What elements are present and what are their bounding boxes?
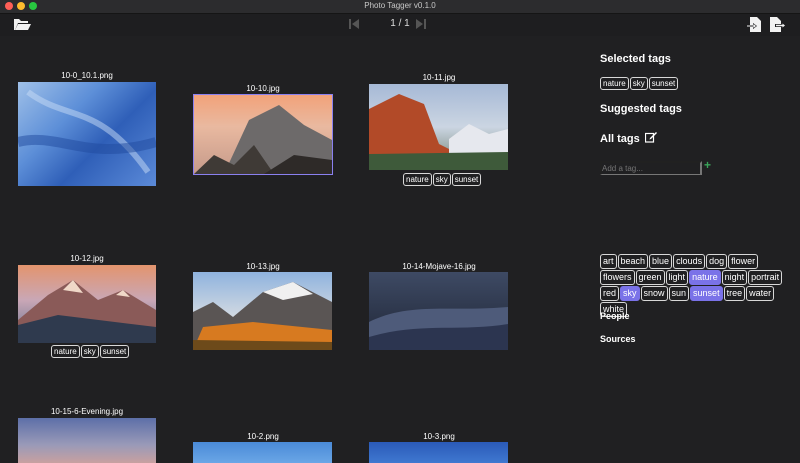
photo-thumbnail[interactable] [18,418,156,463]
skip-last-icon [416,19,426,29]
photo-thumbnail[interactable] [369,84,508,170]
tag-chip-light[interactable]: light [665,270,689,285]
mountain-image [369,94,508,170]
tag-chip-portrait[interactable]: portrait [748,270,783,285]
add-tag-input[interactable] [600,161,702,175]
selected-tags-list: nature sky sunset [600,77,679,90]
tag-chip-sky[interactable]: sky [620,286,640,301]
photo-filename: 10-14-Mojave-16.jpg [402,262,476,271]
photo-thumbnail-selected[interactable] [193,94,333,175]
photo-filename: 10-11.jpg [422,73,456,82]
photo-filename: 10-2.png [247,432,279,441]
tag-chip-flowers[interactable]: flowers [600,270,635,285]
tag-chip-sun[interactable]: sun [668,286,690,301]
tag-chip-water[interactable]: water [746,286,775,301]
first-page-button[interactable] [347,17,361,31]
skip-first-icon [349,19,359,29]
import-file-icon [746,16,761,32]
photo-thumbnail[interactable] [193,272,332,350]
tag-chip-snow[interactable]: snow [640,286,668,301]
all-tags-list: art beach blue clouds dog flower flowers green l… [600,254,790,317]
wallpaper-swirl [18,89,156,174]
tag-chip-sunset[interactable]: sunset [99,345,130,358]
all-tags-label: All tags [600,133,640,145]
photo-thumbnail[interactable] [369,272,508,350]
tag-chip-sky[interactable]: sky [80,345,99,358]
tag-chip-red[interactable]: red [600,286,620,301]
photo-thumbnail[interactable] [369,442,508,463]
tag-chip-sky[interactable]: sky [629,77,648,90]
sources-heading[interactable]: Sources [600,334,636,344]
photo-tags: nature sky sunset [51,345,130,358]
tag-chip-flower[interactable]: flower [728,254,759,269]
photo-thumbnail[interactable] [18,82,156,186]
tag-chip-sunset[interactable]: sunset [690,286,723,301]
tag-chip-tree[interactable]: tree [723,286,746,301]
photo-filename: 10-3.png [423,432,455,441]
add-tag-button[interactable]: + [704,158,711,172]
tag-chip-sky[interactable]: sky [432,173,451,186]
tag-chip-nature[interactable]: nature [689,270,721,285]
tag-chip-blue[interactable]: blue [649,254,673,269]
tag-chip-sunset[interactable]: sunset [648,77,679,90]
tag-chip-dog[interactable]: dog [706,254,728,269]
tag-chip-nature[interactable]: nature [51,345,80,358]
tag-chip-clouds[interactable]: clouds [673,254,706,269]
photo-filename: 10-15-6-Evening.jpg [50,407,124,416]
tag-chip-beach[interactable]: beach [617,254,649,269]
mountain-image [18,280,156,343]
tag-chip-nature[interactable]: nature [403,173,432,186]
photo-tags: nature sky sunset [403,173,482,186]
photo-filename: 10-0_10.1.png [61,71,113,80]
window-title: Photo Tagger v0.1.0 [364,1,436,10]
selected-tags-heading: Selected tags [600,53,671,65]
tag-chip-night[interactable]: night [721,270,748,285]
tag-chip-art[interactable]: art [600,254,617,269]
photo-filename: 10-12.jpg [70,254,104,263]
dunes-image [369,307,508,350]
toolbar: 1 / 1 [0,14,800,36]
photo-filename: 10-13.jpg [246,262,280,271]
suggested-tags-heading: Suggested tags [600,103,682,115]
photo-filename: 10-10.jpg [246,84,280,93]
people-heading[interactable]: People [600,311,630,321]
tag-chip-nature[interactable]: nature [600,77,629,90]
last-page-button[interactable] [414,17,428,31]
edit-icon[interactable] [644,131,657,143]
tag-chip-sunset[interactable]: sunset [451,173,482,186]
photo-thumbnail[interactable] [193,442,332,463]
export-icon [770,16,786,32]
import-button[interactable] [745,15,763,33]
export-button[interactable] [768,15,788,33]
folder-open-icon [14,19,31,30]
open-folder-button[interactable] [12,16,32,32]
photo-thumbnail[interactable] [18,265,156,343]
all-tags-heading: All tags [600,131,657,145]
tag-chip-green[interactable]: green [635,270,665,285]
mountain-image [193,282,332,350]
title-bar: Photo Tagger v0.1.0 [0,0,800,14]
mountain-image [194,105,332,174]
